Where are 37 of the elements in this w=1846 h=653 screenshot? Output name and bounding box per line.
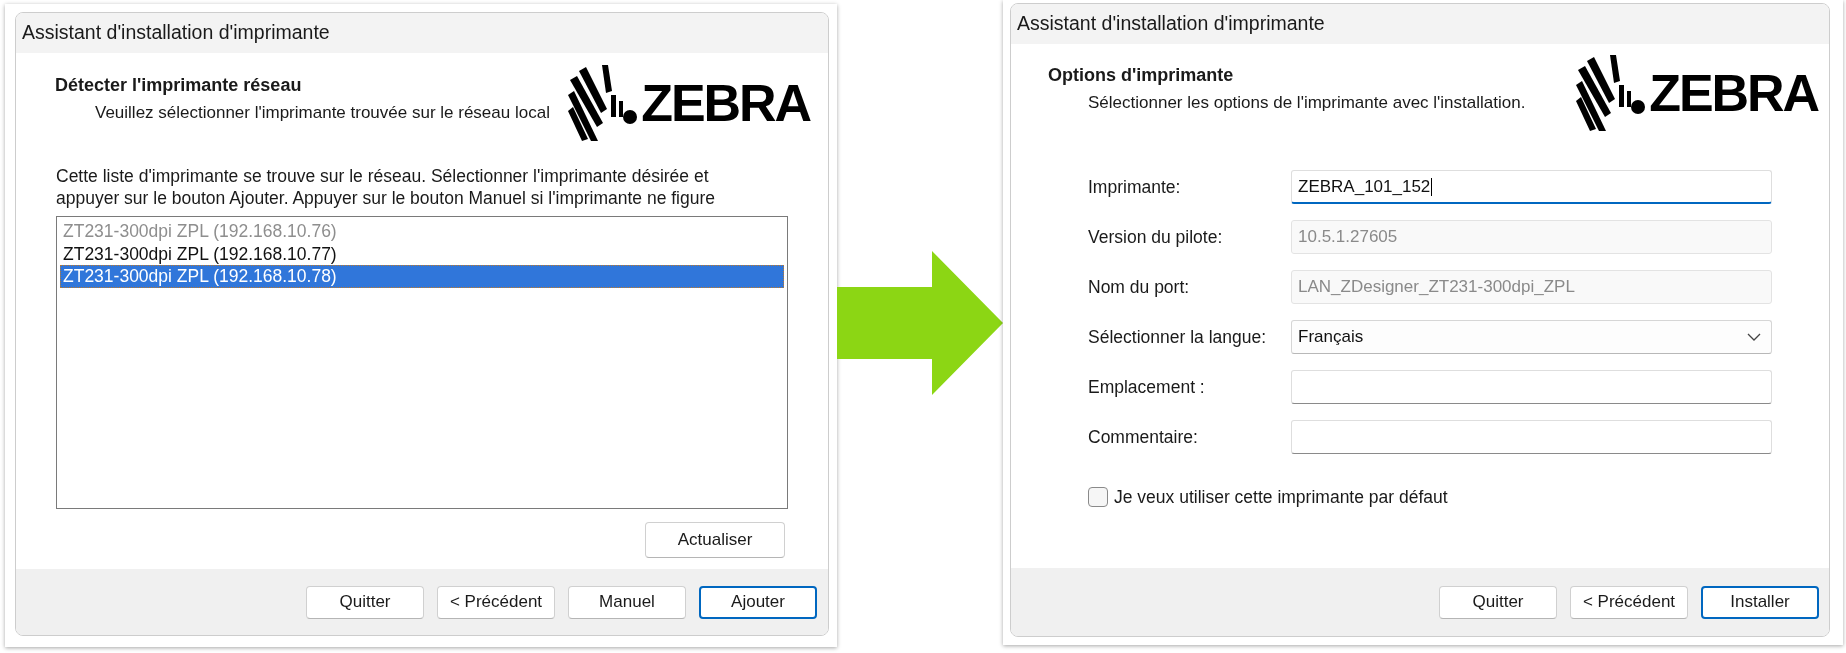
field-label: Imprimante: <box>1088 175 1181 199</box>
field-label: Version du pilote: <box>1088 225 1223 249</box>
chevron-down-icon <box>1747 333 1761 341</box>
button[interactable]: Quitter <box>1439 585 1557 619</box>
page-heading: Options d'imprimante <box>1048 65 1234 86</box>
window-title: Assistant d'installation d'imprimante <box>1017 11 1325 37</box>
field-label: Emplacement : <box>1088 375 1205 399</box>
logo-mark-icon <box>568 65 639 141</box>
text-field: LAN_ZDesigner_ZT231-300dpi_ZPL <box>1291 270 1772 304</box>
field-label: Commentaire: <box>1088 425 1198 449</box>
dropdown[interactable]: Français <box>1291 320 1772 354</box>
window-title: Assistant d'installation d'imprimante <box>22 20 330 46</box>
text-field[interactable] <box>1291 420 1772 454</box>
logo-text: ZEBRA <box>1649 65 1818 121</box>
button[interactable]: < Précédent <box>1570 585 1688 619</box>
description-text: Cette liste d'imprimante se trouve sur le réseau. Sélectionner l'imprimante désirée et appuyer sur le bouton Ajouter. Appuyer sur le bouton Manuel si l'imprimante ne figure <box>56 165 716 209</box>
text-field: 10.5.1.27605 <box>1291 220 1772 254</box>
button[interactable]: Manuel <box>568 585 686 619</box>
field-label: Nom du port: <box>1088 275 1190 299</box>
text-field[interactable]: ZEBRA_101_152 <box>1291 170 1772 204</box>
text-cursor-icon <box>1431 177 1433 196</box>
field-label: Sélectionner la langue: <box>1088 325 1267 349</box>
page-subtitle: Sélectionner les options de l'imprimante avec l'installation. <box>1088 92 1526 113</box>
button[interactable]: Ajouter <box>699 585 817 619</box>
logo-mark-icon <box>1576 55 1647 131</box>
button[interactable]: Quitter <box>306 585 424 619</box>
text-field[interactable] <box>1291 370 1772 404</box>
page-heading: Détecter l'imprimante réseau <box>55 75 302 96</box>
logo-text: ZEBRA <box>641 75 810 131</box>
button[interactable]: Installer <box>1701 585 1819 619</box>
page-subtitle: Veuillez sélectionner l'imprimante trouvée sur le réseau local <box>95 102 550 123</box>
checkbox-label[interactable]: Je veux utiliser cette imprimante par défaut <box>1114 484 1448 511</box>
checkbox[interactable] <box>1088 487 1108 508</box>
refresh-button[interactable]: Actualiser <box>645 522 785 558</box>
printer-list-item[interactable]: ZT231-300dpi ZPL (192.168.10.78) <box>60 265 784 288</box>
printer-list-item[interactable]: ZT231-300dpi ZPL (192.168.10.77) <box>60 242 784 265</box>
button[interactable]: < Précédent <box>437 585 555 619</box>
